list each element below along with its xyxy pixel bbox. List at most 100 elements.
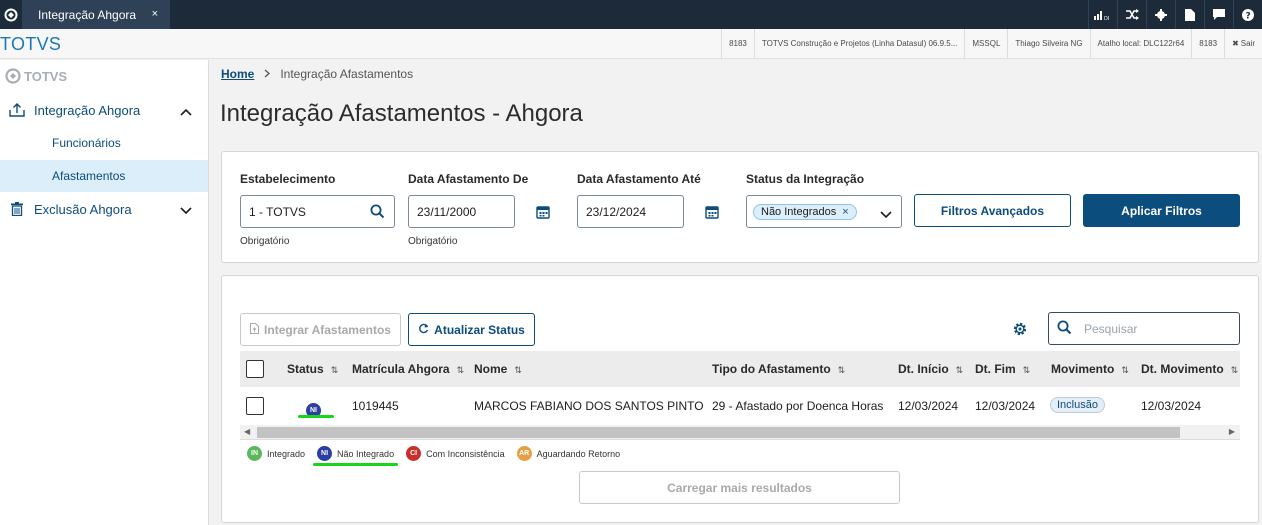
gear-icon[interactable]	[1146, 0, 1175, 29]
search-icon[interactable]	[370, 204, 385, 222]
sidebar-item-label: Exclusão Ahgora	[34, 201, 132, 217]
chevron-down-icon[interactable]	[880, 208, 892, 222]
legend-badge: AR	[516, 446, 532, 461]
sort-icon[interactable]: ⇅	[956, 365, 964, 375]
document-upload-icon	[250, 322, 260, 337]
column-label: Dt. Movimento	[1141, 362, 1224, 376]
column-status[interactable]: Status ⇅	[287, 362, 338, 376]
info-user: Thiago Silveira NG	[1007, 29, 1089, 58]
document-icon[interactable]	[1175, 0, 1204, 29]
search-placeholder: Pesquisar	[1084, 321, 1138, 336]
calendar-icon[interactable]	[536, 205, 550, 224]
cell-matricula: 1019445	[352, 399, 399, 413]
close-tab-icon[interactable]: ×	[152, 8, 158, 20]
estabelecimento-input[interactable]: 1 - TOTVS	[240, 195, 395, 228]
carregar-mais-button[interactable]: Carregar mais resultados	[579, 471, 900, 504]
legend-label: Aguardando Retorno	[536, 448, 621, 459]
column-label: Matrícula Ahgora	[352, 362, 450, 376]
sidebar-item-afastamentos[interactable]: Afastamentos	[0, 160, 208, 192]
upload-icon	[0, 103, 34, 117]
cell-nome: MARCOS FABIANO DOS SANTOS PINTO	[474, 399, 704, 413]
sidebar-item-label: Funcionários	[52, 136, 121, 150]
integrar-afastamentos-label: Integrar Afastamentos	[264, 322, 391, 337]
filtros-avancados-button[interactable]: Filtros Avançados	[914, 194, 1071, 227]
highlight-underline	[298, 415, 334, 418]
logout-button[interactable]: ✖ Sair	[1224, 29, 1262, 58]
scroll-right-icon[interactable]: ▶	[1229, 427, 1235, 436]
aplicar-filtros-button[interactable]: Aplicar Filtros	[1083, 194, 1240, 227]
home-logo-icon[interactable]	[0, 0, 21, 29]
status-chip: Não Integrados ×	[753, 203, 857, 220]
column-dt-fim[interactable]: Dt. Fim ⇅	[975, 362, 1030, 376]
sidebar: TOTVS Integração Ahgora Funcionários Afa…	[0, 60, 209, 525]
data-de-input[interactable]: 23/11/2000	[408, 195, 515, 228]
sort-icon[interactable]: ⇅	[331, 365, 339, 375]
scroll-left-icon[interactable]: ◀	[244, 427, 250, 436]
search-input[interactable]: Pesquisar	[1048, 312, 1240, 345]
sidebar-logo-text: TOTVS	[24, 68, 68, 84]
column-movimento[interactable]: Movimento ⇅	[1051, 362, 1129, 376]
tab-integracao-ahgora[interactable]: Integração Ahgora ×	[22, 0, 170, 29]
sort-icon[interactable]: ⇅	[838, 365, 846, 375]
help-icon[interactable]: ?	[1233, 0, 1262, 29]
info-code: 8183	[1191, 29, 1224, 58]
sidebar-item-integracao-ahgora[interactable]: Integração Ahgora	[0, 94, 208, 126]
atualizar-status-label: Atualizar Status	[434, 322, 525, 337]
legend-label: Não Integrado	[337, 448, 395, 459]
column-nome[interactable]: Nome ⇅	[474, 362, 522, 376]
chevron-right-icon	[264, 67, 271, 81]
cell-dt-movimento: 12/03/2024	[1141, 399, 1202, 413]
sort-icon[interactable]: ⇅	[1023, 365, 1031, 375]
chat-icon[interactable]	[1204, 0, 1233, 29]
legend-item-integrado: IN Integrado	[247, 446, 305, 461]
calendar-icon[interactable]	[705, 205, 719, 224]
chevron-down-icon	[180, 203, 192, 218]
legend-badge: CI	[406, 446, 422, 461]
legend-label: Integrado	[267, 448, 306, 459]
data-de-label: Data Afastamento De	[408, 172, 529, 186]
estabelecimento-value: 1 - TOTVS	[249, 204, 306, 219]
sidebar-item-funcionarios[interactable]: Funcionários	[0, 127, 208, 159]
sort-icon[interactable]: ⇅	[514, 365, 522, 375]
legend-badge: IN	[247, 446, 262, 461]
column-dt-movimento[interactable]: Dt. Movimento ⇅	[1141, 362, 1238, 376]
sidebar-item-exclusao-ahgora[interactable]: Exclusão Ahgora	[0, 193, 208, 225]
column-label: Movimento	[1051, 362, 1115, 376]
chevron-up-icon	[180, 104, 192, 119]
select-all-checkbox[interactable]	[246, 360, 264, 378]
table-settings-gear-icon[interactable]	[1012, 321, 1028, 342]
breadcrumb-home-link[interactable]: Home	[221, 67, 254, 81]
sort-icon[interactable]: ⇅	[457, 365, 465, 375]
integrar-afastamentos-button[interactable]: Integrar Afastamentos	[240, 313, 401, 346]
info-company-name: TOTVS Construção e Projetos (Linha Datas…	[753, 29, 965, 58]
column-tipo-afastamento[interactable]: Tipo do Afastamento ⇅	[712, 362, 845, 376]
cell-tipo: 29 - Afastado por Doenca Horas	[712, 399, 884, 413]
column-matricula[interactable]: Matrícula Ahgora ⇅	[352, 362, 464, 376]
column-label: Nome	[474, 362, 508, 376]
column-label: Dt. Início	[898, 362, 949, 376]
data-ate-input[interactable]: 23/12/2024	[577, 195, 684, 228]
legend-label: Com Inconsistência	[426, 448, 505, 459]
cell-dt-inicio: 12/03/2024	[898, 399, 959, 413]
search-icon	[1057, 320, 1072, 338]
horizontal-scrollbar[interactable]: ◀ ▶	[240, 425, 1240, 440]
breadcrumb-current: Integração Afastamentos	[280, 67, 414, 81]
info-bar: TOTVS 8183 TOTVS Construção e Projetos (…	[0, 29, 1262, 59]
status-multiselect[interactable]: Não Integrados ×	[746, 195, 902, 228]
column-dt-inicio[interactable]: Dt. Início ⇅	[898, 362, 963, 376]
dashboard-label: DI	[1104, 16, 1109, 21]
shuffle-icon[interactable]	[1117, 0, 1146, 29]
status-chip-label: Não Integrados	[761, 205, 837, 218]
column-label: Dt. Fim	[975, 362, 1016, 376]
atualizar-status-button[interactable]: Atualizar Status	[408, 313, 535, 346]
row-checkbox[interactable]	[246, 397, 264, 415]
sort-icon[interactable]: ⇅	[1231, 365, 1239, 375]
data-de-help: Obrigatório	[408, 236, 458, 247]
info-database: MSSQL	[964, 29, 1007, 58]
sort-icon[interactable]: ⇅	[1121, 365, 1129, 375]
scrollbar-thumb[interactable]	[257, 427, 1180, 438]
dashboard-icon[interactable]: DI	[1088, 0, 1117, 29]
remove-chip-icon[interactable]: ×	[842, 206, 848, 218]
legend-badge: NI	[317, 446, 333, 461]
info-shortcut: Atalho local: DLC122r64	[1089, 29, 1192, 58]
